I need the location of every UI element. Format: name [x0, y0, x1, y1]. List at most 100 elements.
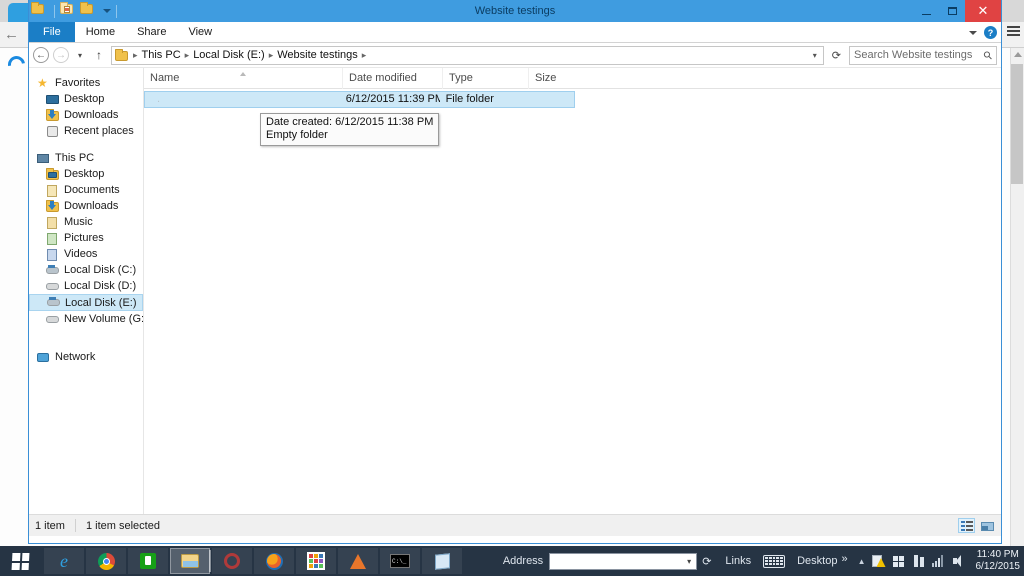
chevron-down-icon[interactable] [103, 9, 111, 13]
tab-view[interactable]: View [177, 22, 223, 42]
title-bar[interactable]: Website testings ✕ [29, 0, 1001, 22]
view-mode-buttons[interactable] [958, 518, 995, 533]
clock[interactable]: 11:40 PM 6/12/2015 [972, 549, 1021, 573]
taskbar-command-prompt[interactable]: C:\_ [380, 548, 420, 574]
scroll-up-arrow-icon[interactable] [1014, 52, 1022, 57]
back-button[interactable]: ← [33, 47, 49, 63]
show-hidden-icons-icon[interactable]: ▲ [858, 557, 866, 566]
sidebar-item-videos[interactable]: Videos [29, 246, 143, 262]
breadcrumb-separator-1[interactable]: ▸ [184, 50, 191, 61]
taskbar-firefox[interactable] [254, 548, 294, 574]
breadcrumb-local-disk-e[interactable]: Local Disk (E:) [191, 49, 267, 61]
folder-icon-2[interactable] [80, 2, 98, 20]
action-center-icon[interactable] [872, 554, 886, 568]
sidebar-item-music[interactable]: Music [29, 214, 143, 230]
taskbar-file-explorer[interactable] [170, 548, 210, 574]
sidebar-item-local-disk-c[interactable]: Local Disk (C:) [29, 262, 143, 278]
tab-file[interactable]: File [29, 22, 75, 42]
address-dropdown-icon[interactable]: ▾ [809, 51, 821, 60]
column-header-date-modified[interactable]: Date modified [342, 68, 442, 89]
sidebar-item-local-disk-d[interactable]: Local Disk (D:) [29, 278, 143, 294]
navigation-pane[interactable]: ★ Favorites Desktop Downloads Recent pla… [29, 68, 144, 514]
large-icons-view-button[interactable] [978, 518, 995, 533]
close-button[interactable]: ✕ [965, 0, 1001, 22]
address-toolbar-input[interactable]: ▾ [549, 553, 697, 570]
scrollbar-thumb[interactable] [1011, 64, 1023, 184]
recent-locations-icon[interactable]: ▾ [73, 51, 87, 60]
background-back-icon[interactable]: ← [4, 28, 19, 42]
taskbar-google-chrome[interactable] [86, 548, 126, 574]
toolbar-overflow-icon[interactable]: » [839, 553, 853, 570]
network-icon-tray[interactable] [912, 554, 926, 568]
volume-icon[interactable] [952, 554, 966, 568]
column-header-type[interactable]: Type [442, 68, 528, 89]
sidebar-gap-1 [29, 139, 143, 150]
file-explorer-window[interactable]: Website testings ✕ File Home Share View … [28, 0, 1002, 544]
new-folder-icon[interactable] [60, 2, 78, 20]
minimize-button[interactable] [913, 0, 939, 22]
sidebar-item-pictures[interactable]: Pictures [29, 230, 143, 246]
sidebar-item-pc-desktop[interactable]: Desktop [29, 166, 143, 182]
taskbar-opera[interactable] [212, 548, 252, 574]
forward-button[interactable]: → [53, 47, 69, 63]
column-header-size[interactable]: Size [528, 68, 578, 89]
start-button[interactable] [0, 546, 40, 576]
sidebar-label-pictures: Pictures [64, 232, 104, 244]
expand-ribbon-icon[interactable] [969, 31, 977, 35]
address-toolbar-caret-icon[interactable]: ▾ [684, 557, 694, 566]
system-tray[interactable]: ▲ [854, 554, 972, 568]
column-header-name[interactable]: Name [144, 68, 342, 89]
taskbar-notepad[interactable] [422, 548, 462, 574]
tab-home[interactable]: Home [75, 22, 126, 42]
breadcrumb-separator-3[interactable]: ▸ [361, 50, 368, 61]
sidebar-item-new-volume-g[interactable]: New Volume (G:) [29, 311, 143, 327]
sidebar-item-downloads[interactable]: Downloads [29, 107, 143, 123]
taskbar-app-grid[interactable] [296, 548, 336, 574]
address-bar[interactable]: ▸ This PC ▸ Local Disk (E:) ▸ Website te… [111, 46, 824, 65]
search-box[interactable]: Search Website testings ⚲ [849, 46, 997, 65]
taskbar-right[interactable]: Address ▾ ⟳ Links Desktop » ▲ [495, 546, 1024, 576]
touch-keyboard-icon[interactable] [763, 555, 785, 568]
hamburger-menu-icon[interactable] [1007, 26, 1020, 37]
column-headers[interactable]: Name Date modified Type Size [144, 68, 1001, 89]
up-button[interactable]: ↑ [91, 48, 107, 62]
table-row[interactable]: . 6/12/2015 11:39 PM File folder [144, 91, 575, 108]
taskbar-vlc[interactable] [338, 548, 378, 574]
taskbar-app-buttons[interactable]: e [40, 548, 462, 574]
ribbon-tab-strip[interactable]: File Home Share View ? [29, 22, 1001, 43]
folder-icon[interactable] [31, 2, 49, 20]
sidebar-group-favorites[interactable]: ★ Favorites [29, 75, 143, 91]
sidebar-item-local-disk-e[interactable]: Local Disk (E:) [29, 294, 143, 311]
sidebar-group-network[interactable]: Network [29, 349, 143, 365]
navigation-bar[interactable]: ← → ▾ ↑ ▸ This PC ▸ Local Disk (E:) ▸ We… [29, 43, 1001, 68]
desktop-toolbar-label[interactable]: Desktop [791, 555, 839, 567]
signal-strength-icon[interactable] [932, 554, 946, 568]
windows-logo-icon-tray[interactable] [892, 554, 906, 568]
sidebar-item-recent-places[interactable]: Recent places [29, 123, 143, 139]
sidebar-item-desktop[interactable]: Desktop [29, 91, 143, 107]
links-toolbar-label[interactable]: Links [719, 555, 757, 567]
sidebar-group-this-pc[interactable]: This PC [29, 150, 143, 166]
file-list-pane[interactable]: Name Date modified Type Size . 6/12/2015… [144, 68, 1001, 514]
maximize-button[interactable] [939, 0, 965, 22]
refresh-icon[interactable]: ⟳ [828, 49, 845, 62]
network-icon [37, 351, 51, 364]
sidebar-item-pc-downloads[interactable]: Downloads [29, 198, 143, 214]
downloads-icon-2 [46, 200, 60, 213]
breadcrumb-website-testings[interactable]: Website testings [275, 49, 360, 61]
ribbon-actions[interactable]: ? [969, 22, 997, 43]
taskbar[interactable]: e [0, 546, 1024, 576]
details-view-button[interactable] [958, 518, 975, 533]
quick-access-toolbar[interactable] [29, 2, 120, 20]
address-toolbar-refresh-icon[interactable]: ⟳ [697, 555, 719, 568]
sidebar-label-local-disk-e: Local Disk (E:) [65, 297, 137, 309]
sidebar-item-documents[interactable]: Documents [29, 182, 143, 198]
tab-share[interactable]: Share [126, 22, 177, 42]
help-icon[interactable]: ? [984, 26, 997, 39]
search-input[interactable]: Search Website testings [854, 49, 984, 61]
breadcrumb-separator-2[interactable]: ▸ [268, 50, 275, 61]
breadcrumb-this-pc[interactable]: This PC [140, 49, 183, 61]
taskbar-windows-store[interactable] [128, 548, 168, 574]
window-controls[interactable]: ✕ [913, 0, 1001, 22]
taskbar-internet-explorer[interactable]: e [44, 548, 84, 574]
